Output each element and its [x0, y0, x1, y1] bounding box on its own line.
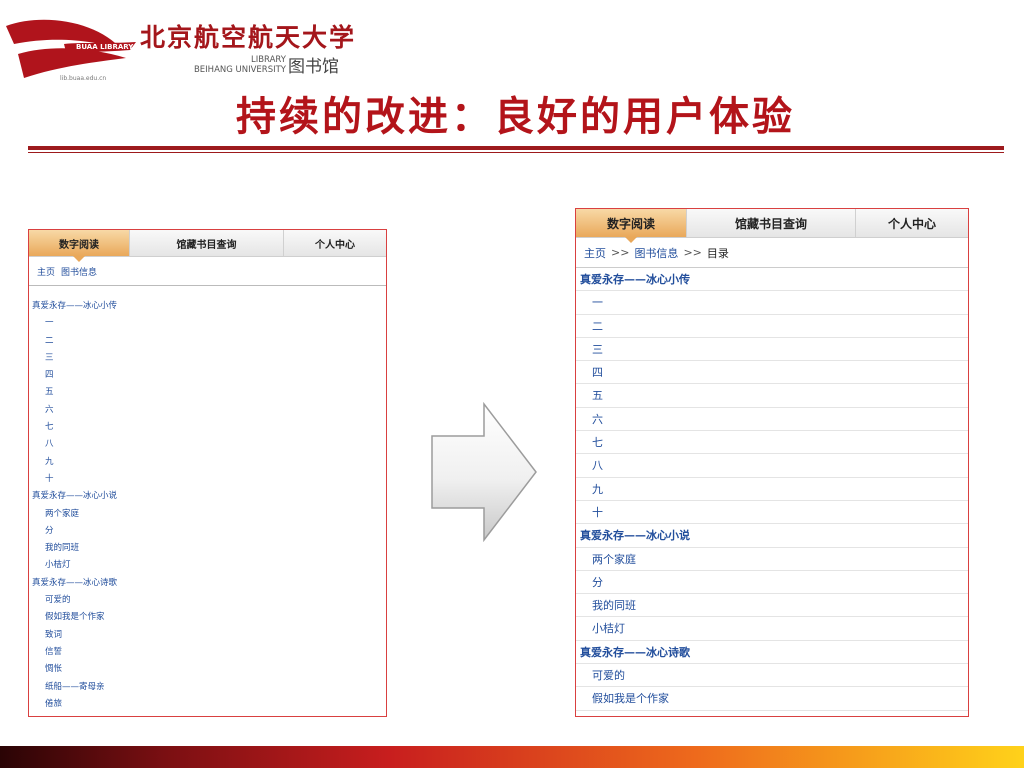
slide-title: 持续的改进：良好的用户体验	[236, 94, 795, 140]
toc-chapter[interactable]: 九	[29, 454, 386, 471]
library-en-line1: LIBRARY	[250, 55, 286, 65]
library-en-line2: BEIHANG UNIVERSITY	[193, 65, 286, 75]
toc-chapter[interactable]: 假如我是个作家	[576, 687, 968, 711]
tab-personal-center[interactable]: 个人中心	[856, 209, 968, 237]
breadcrumb-home[interactable]: 主页	[37, 265, 55, 278]
toc-chapter[interactable]: 一	[576, 291, 968, 315]
bottom-gradient-bar	[0, 746, 1024, 768]
title-divider	[28, 146, 1004, 150]
toc-chapter[interactable]: 可爱的	[576, 664, 968, 688]
toc-chapter[interactable]: 八	[576, 454, 968, 478]
tab-digital-reading[interactable]: 数字阅读	[29, 230, 130, 262]
breadcrumb-separator: >>	[611, 246, 630, 259]
toc-chapter[interactable]: 三	[29, 350, 386, 367]
breadcrumb-book-info[interactable]: 图书信息	[634, 245, 678, 261]
tab-personal-center[interactable]: 个人中心	[284, 230, 386, 256]
breadcrumb-separator: >>	[683, 246, 702, 259]
toc-chapter[interactable]: 分	[576, 571, 968, 595]
buaa-library-logo: BUAA LIBRARY	[6, 19, 136, 78]
toc-section[interactable]: 真爱永存——冰心小传	[29, 298, 386, 315]
toc-chapter[interactable]: 小桔灯	[29, 557, 386, 574]
toc-section[interactable]: 真爱永存——冰心小说	[576, 524, 968, 548]
toc-chapter[interactable]: 四	[576, 361, 968, 385]
library-url: lib.buaa.edu.cn	[60, 75, 107, 82]
breadcrumb-current: 目录	[706, 246, 729, 260]
toc-chapter[interactable]: 小桔灯	[576, 617, 968, 641]
toc-chapter[interactable]: 可爱的	[29, 592, 386, 609]
toc-chapter[interactable]: 十	[29, 471, 386, 488]
library-chinese-name: 图书馆	[288, 57, 339, 77]
university-name: 北京航空航天大学	[140, 23, 357, 52]
toc-chapter[interactable]: 分	[29, 523, 386, 540]
toc-section[interactable]: 真爱永存——冰心诗歌	[29, 575, 386, 592]
toc-section[interactable]: 真爱永存——冰心小说	[29, 488, 386, 505]
toc-chapter[interactable]: 两个家庭	[29, 506, 386, 523]
toc-chapter[interactable]: 二	[29, 333, 386, 350]
toc-chapter[interactable]: 四	[29, 367, 386, 384]
toc-chapter[interactable]: 假如我是个作家	[29, 609, 386, 626]
toc-chapter[interactable]: 五	[29, 384, 386, 401]
breadcrumb-book-info[interactable]: 图书信息	[61, 265, 97, 278]
tab-bar: 数字阅读 馆藏书目查询 个人中心	[576, 209, 968, 243]
library-english-name: LIBRARY BEIHANG UNIVERSITY	[176, 55, 286, 75]
table-of-contents: 真爱永存——冰心小传 一 二 三 四 五 六 七 八 九 十 真爱永存——冰心小…	[29, 286, 386, 713]
toc-section[interactable]: 真爱永存——冰心诗歌	[576, 641, 968, 665]
toc-chapter[interactable]: 三	[576, 338, 968, 362]
toc-section[interactable]: 真爱永存——冰心小传	[576, 268, 968, 292]
toc-chapter[interactable]: 十	[576, 501, 968, 525]
right-arrow-icon	[431, 402, 537, 542]
before-screenshot-panel: 数字阅读 馆藏书目查询 个人中心 主页 图书信息 真爱永存——冰心小传 一 二 …	[28, 229, 387, 717]
toc-chapter[interactable]: 纸船——寄母亲	[29, 679, 386, 696]
toc-chapter[interactable]: 我的同班	[576, 594, 968, 618]
toc-chapter[interactable]: 七	[29, 419, 386, 436]
toc-chapter[interactable]: 八	[29, 436, 386, 453]
toc-chapter[interactable]: 六	[29, 402, 386, 419]
toc-chapter[interactable]: 我的同班	[29, 540, 386, 557]
logo-text: BUAA LIBRARY	[76, 43, 134, 51]
toc-chapter[interactable]: 两个家庭	[576, 548, 968, 571]
toc-chapter[interactable]: 惆怅	[29, 661, 386, 678]
tab-catalog-search[interactable]: 馆藏书目查询	[687, 209, 856, 237]
breadcrumb-home[interactable]: 主页	[584, 245, 606, 261]
table-of-contents: 真爱永存——冰心小传 一 二 三 四 五 六 七 八 九 十 真爱永存——冰心小…	[576, 268, 968, 711]
title-divider-thin	[28, 152, 1004, 153]
toc-chapter[interactable]: 六	[576, 408, 968, 432]
toc-chapter[interactable]: 信誓	[29, 644, 386, 661]
toc-chapter[interactable]: 致词	[29, 627, 386, 644]
tab-digital-reading[interactable]: 数字阅读	[576, 209, 687, 243]
toc-chapter[interactable]: 九	[576, 478, 968, 501]
toc-chapter[interactable]: 倦旅	[29, 696, 386, 713]
after-screenshot-panel: 数字阅读 馆藏书目查询 个人中心 主页 >> 图书信息 >> 目录 真爱永存——…	[575, 208, 969, 717]
toc-chapter[interactable]: 二	[576, 315, 968, 338]
toc-chapter[interactable]: 五	[576, 384, 968, 408]
toc-chapter[interactable]: 一	[29, 315, 386, 332]
tab-bar: 数字阅读 馆藏书目查询 个人中心	[29, 230, 386, 262]
tab-catalog-search[interactable]: 馆藏书目查询	[130, 230, 284, 256]
toc-chapter[interactable]: 七	[576, 431, 968, 455]
